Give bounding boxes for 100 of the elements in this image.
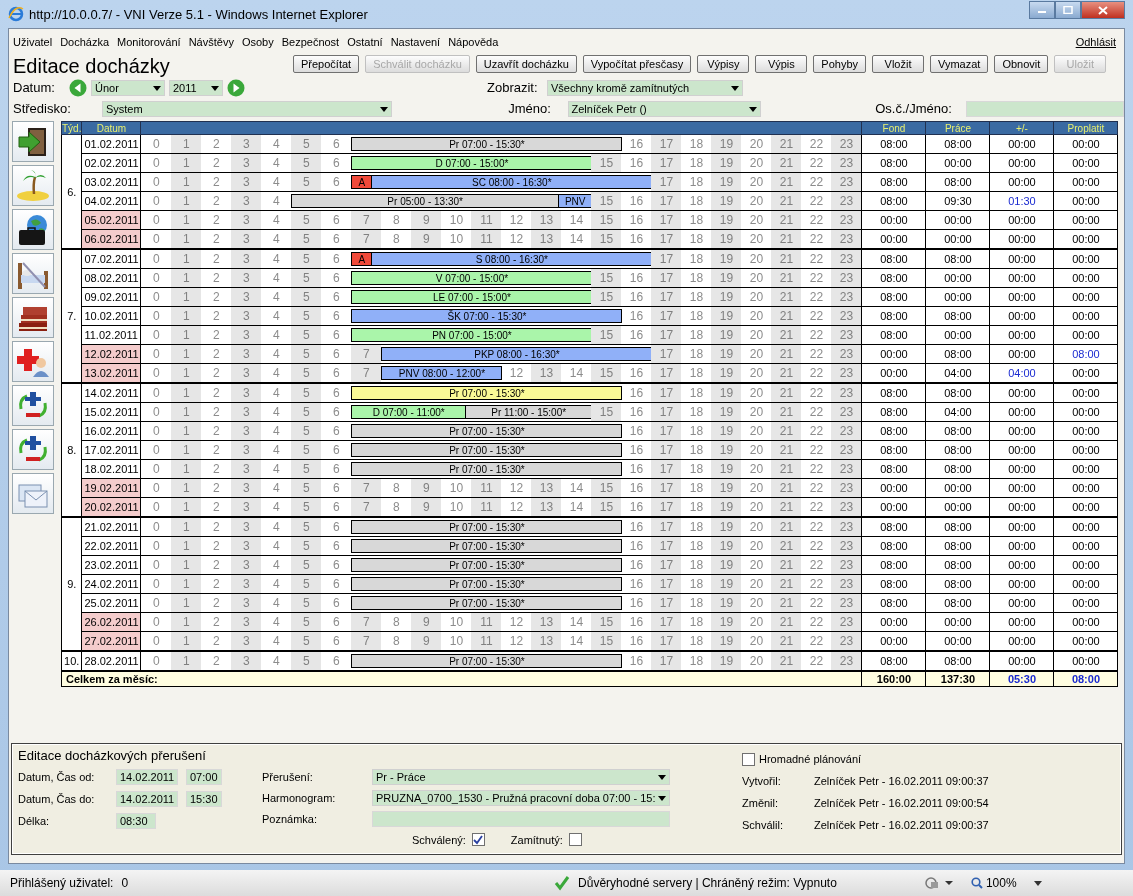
hour-label: 12: [508, 480, 525, 497]
year-dropdown[interactable]: 2011: [169, 79, 223, 96]
toolbar-button[interactable]: Výpisy: [697, 55, 750, 73]
sidebar-button[interactable]: [12, 209, 54, 250]
attendance-bar[interactable]: ŠK 07:00 - 15:30*: [351, 309, 623, 323]
field-label: Poznámka:: [262, 812, 319, 825]
attendance-bar[interactable]: Pr 07:00 - 15:30*: [351, 654, 623, 668]
hour-label: 15: [591, 288, 622, 306]
show-dropdown[interactable]: Všechny kromě zamítnutých: [547, 79, 743, 96]
menu-item[interactable]: Nastavení: [390, 36, 441, 48]
attendance-bar[interactable]: PKP 08:00 - 16:30*: [381, 347, 653, 361]
close-button[interactable]: [1081, 1, 1125, 19]
attendance-bar[interactable]: Pr 07:00 - 15:30*: [351, 386, 623, 400]
hour-label: 16: [628, 308, 645, 325]
toolbar-button[interactable]: Vymazat: [930, 55, 989, 73]
logout-link[interactable]: Odhlásit: [1075, 36, 1116, 48]
toolbar-button[interactable]: Uzavřít docházku: [475, 55, 577, 73]
hour-label: 20: [748, 212, 765, 229]
attendance-bar[interactable]: Pr 07:00 - 15:30*: [351, 462, 623, 476]
table-cell: 00:00: [1053, 287, 1118, 307]
center-dropdown[interactable]: System: [101, 100, 393, 117]
toolbar-button[interactable]: Obnovit: [994, 55, 1049, 73]
toolbar-button[interactable]: Vložit: [872, 55, 925, 73]
attendance-bar[interactable]: A: [351, 175, 373, 189]
name-dropdown[interactable]: Zelníček Petr (): [567, 100, 762, 117]
attendance-bar[interactable]: Pr 05:00 - 13:30*: [291, 194, 559, 208]
sidebar-button[interactable]: [12, 385, 54, 426]
approved-checkbox[interactable]: [471, 833, 485, 846]
hour-label: 20: [748, 327, 765, 344]
rejected-checkbox[interactable]: [568, 833, 582, 846]
menu-item[interactable]: Nápověda: [448, 36, 499, 48]
attendance-bar[interactable]: Pr 07:00 - 15:30*: [351, 539, 623, 553]
hour-label: 22: [808, 327, 825, 344]
attendance-bar[interactable]: A: [351, 252, 373, 266]
attendance-bar[interactable]: Pr 07:00 - 15:30*: [351, 443, 623, 457]
sidebar-button[interactable]: [12, 429, 54, 470]
attendance-bar[interactable]: SC 08:00 - 16:30*: [371, 175, 653, 189]
note-field[interactable]: [372, 810, 670, 827]
attendance-bar[interactable]: V 07:00 - 15:00*: [351, 271, 593, 285]
menu-item[interactable]: Docházka: [60, 36, 110, 48]
attendance-bar[interactable]: Pr 07:00 - 15:30*: [351, 520, 623, 534]
date-cell: 21.02.2011: [81, 517, 141, 537]
hour-label: 0: [152, 480, 161, 497]
minimize-button[interactable]: [1029, 1, 1055, 19]
menu-item[interactable]: Uživatel: [13, 36, 53, 48]
table-cell: 08:00: [861, 191, 926, 211]
date-field[interactable]: 14.02.2011: [116, 769, 178, 785]
attendance-bar[interactable]: Pr 11:00 - 15:00*: [464, 405, 593, 419]
attendance-bar[interactable]: PN 07:00 - 15:00*: [351, 328, 593, 342]
attendance-bar[interactable]: Pr 07:00 - 15:30*: [351, 596, 623, 610]
menu-item[interactable]: Osoby: [241, 36, 274, 48]
attendance-bar[interactable]: Pr 07:00 - 15:30*: [351, 577, 623, 591]
maximize-button[interactable]: [1055, 1, 1081, 19]
hour-label: 2: [212, 595, 221, 612]
toolbar-button[interactable]: Výpis: [755, 55, 808, 73]
security-icon[interactable]: [924, 876, 955, 890]
dropdown-arrow-icon: [153, 85, 161, 91]
zoom-button[interactable]: 100%: [970, 876, 1042, 890]
table-cell: 00:00: [925, 268, 990, 288]
length-field[interactable]: 08:30: [116, 813, 156, 829]
hour-label: 6: [332, 519, 341, 536]
hour-label: 5: [291, 173, 322, 191]
month-dropdown[interactable]: Únor: [91, 79, 165, 96]
hour-label: 15: [591, 326, 622, 344]
menu-item[interactable]: Návštěvy: [188, 36, 234, 48]
hour-label: 0: [152, 212, 161, 229]
toolbar-button[interactable]: Přepočítat: [293, 55, 360, 73]
schedule-dropdown[interactable]: PRUZNA_0700_1530 - Pružná pracovní doba 07:00 - 15:: [372, 789, 670, 806]
time-field[interactable]: 07:00: [186, 769, 222, 785]
attendance-bar[interactable]: S 08:00 - 16:30*: [371, 252, 653, 266]
sidebar-button[interactable]: [12, 297, 54, 338]
menu-item[interactable]: Ostatní: [347, 36, 383, 48]
hour-label: 4: [272, 155, 281, 172]
id-field[interactable]: [966, 100, 1124, 117]
attendance-bar[interactable]: PNV 08:00 - 12:00*: [381, 366, 503, 380]
time-field[interactable]: 15:30: [186, 791, 222, 807]
table-cell: 00:00: [989, 249, 1054, 269]
toolbar-button[interactable]: Vypočítat přesčasy: [582, 55, 692, 73]
toolbar-button[interactable]: Pohyby: [813, 55, 867, 73]
attendance-bar[interactable]: D 07:00 - 11:00*: [351, 405, 466, 419]
sidebar-button[interactable]: [12, 121, 54, 162]
table-cell: 00:00: [1053, 459, 1118, 479]
attendance-bar[interactable]: Pr 07:00 - 15:30*: [351, 137, 623, 151]
date-field[interactable]: 14.02.2011: [116, 791, 178, 807]
attendance-bar[interactable]: Pr 07:00 - 15:30*: [351, 558, 623, 572]
table-cell: 00:00: [1053, 383, 1118, 403]
break-dropdown[interactable]: Pr - Práce: [372, 768, 670, 785]
hour-label: 19: [711, 326, 742, 344]
field-value: Zelníček Petr - 16.02.2011 09:00:37: [814, 775, 989, 787]
hour-label: 23: [831, 345, 862, 363]
hour-label: 21: [771, 250, 802, 268]
hour-label: 16: [628, 442, 645, 459]
attendance-bar[interactable]: D 07:00 - 15:00*: [351, 156, 593, 170]
attendance-bar[interactable]: LE 07:00 - 15:00*: [351, 290, 593, 304]
attendance-bar[interactable]: Pr 07:00 - 15:30*: [351, 424, 623, 438]
hour-label: 20: [748, 385, 765, 402]
bulk-checkbox[interactable]: [742, 752, 755, 766]
hour-label: 6: [332, 289, 341, 306]
menu-item[interactable]: Monitorování: [117, 36, 181, 48]
menu-item[interactable]: Bezpečnost: [281, 36, 340, 48]
